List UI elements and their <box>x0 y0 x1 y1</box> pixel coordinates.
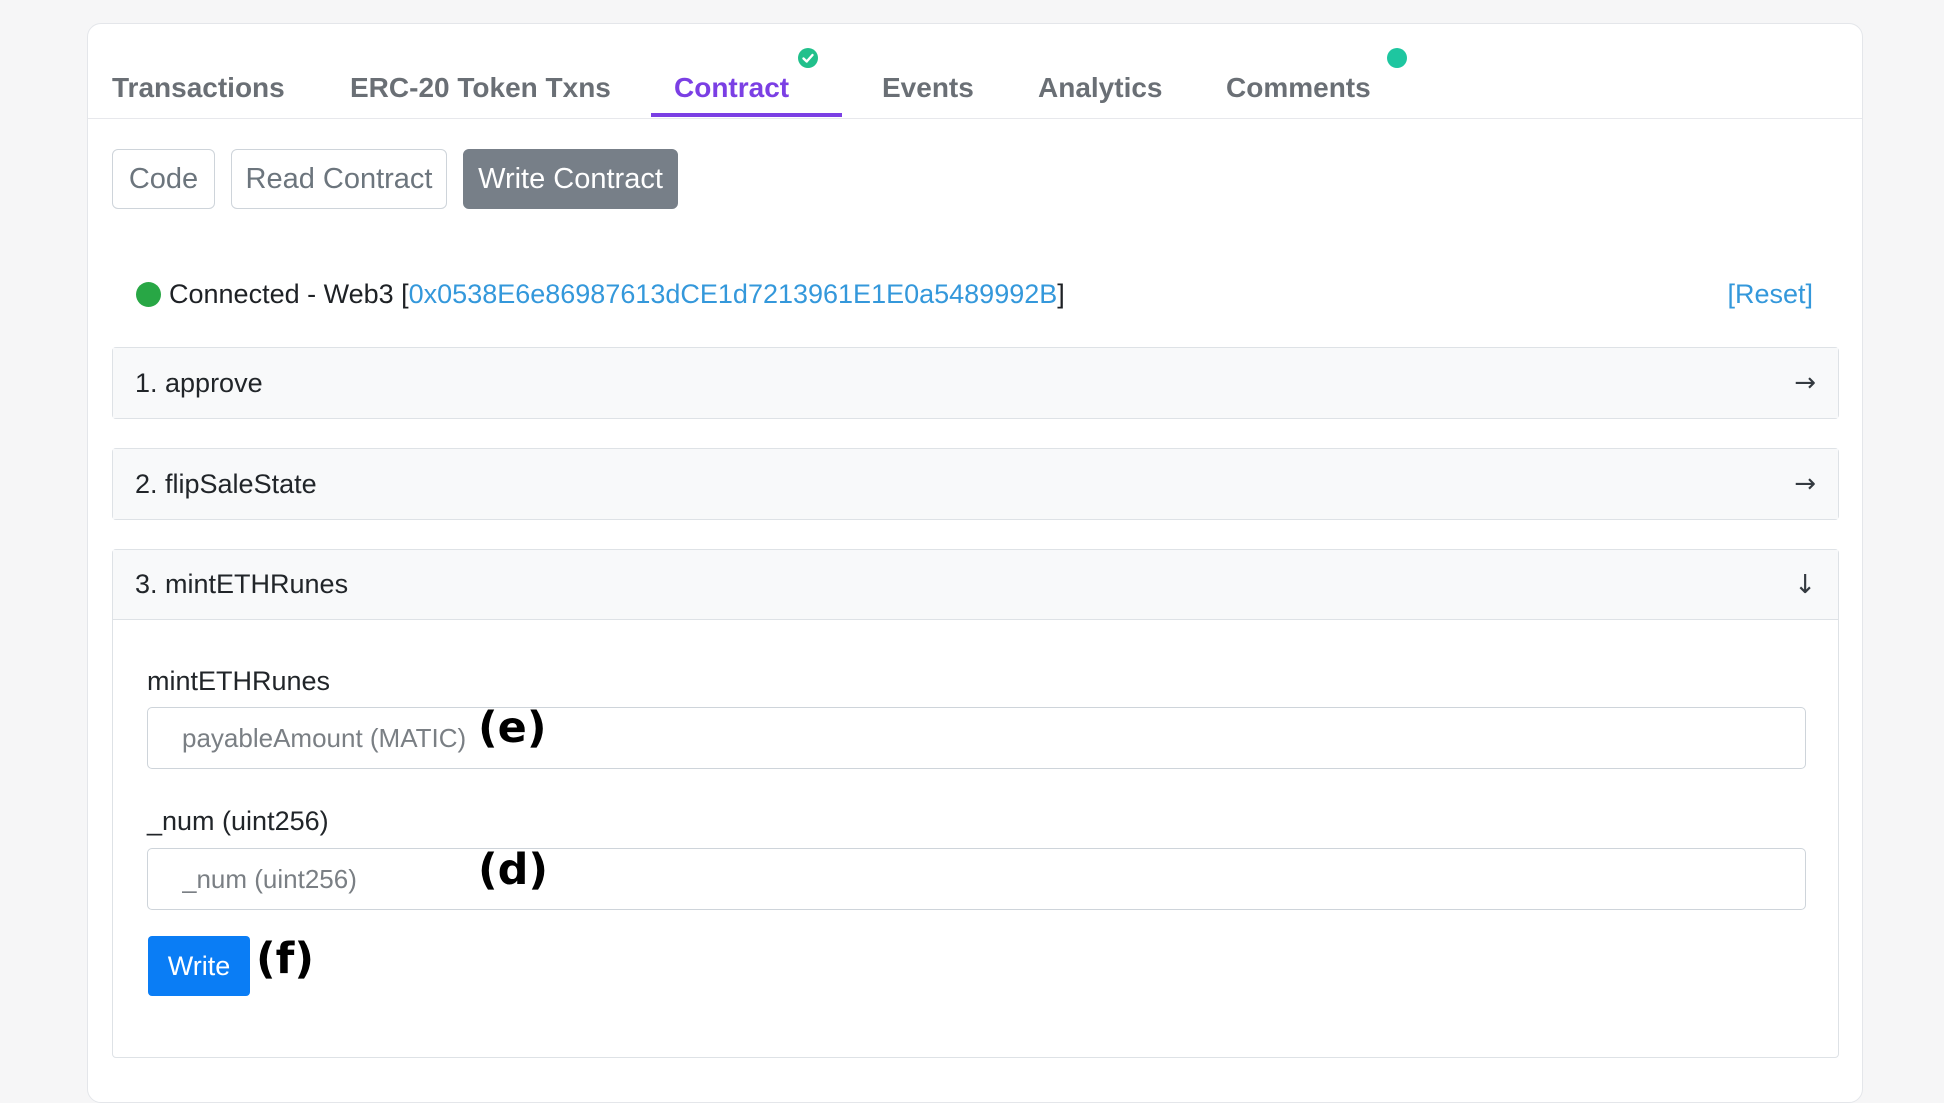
accordion-header-flipsalestate[interactable]: 2. flipSaleState → <box>113 449 1838 519</box>
tab-erc20-token-txns[interactable]: ERC-20 Token Txns <box>350 48 611 118</box>
active-tab-indicator <box>651 113 842 117</box>
annotation-e: (e) <box>478 703 547 753</box>
annotation-d: (d) <box>478 845 549 895</box>
tab-label: ERC-20 Token Txns <box>350 72 611 103</box>
function-flipsalestate: 2. flipSaleState → <box>112 448 1839 520</box>
num-input[interactable] <box>147 848 1806 910</box>
tab-bar: Transactions ERC-20 Token Txns Contract … <box>88 24 1862 119</box>
connected-status-icon <box>136 281 161 307</box>
annotation-f: (f) <box>256 934 315 984</box>
function-label: 2. flipSaleState <box>135 468 317 499</box>
read-contract-button[interactable]: Read Contract <box>231 149 447 209</box>
write-contract-button[interactable]: Write Contract <box>463 149 678 209</box>
tab-label: Contract <box>674 72 790 103</box>
arrow-right-icon: → <box>1794 368 1816 398</box>
check-icon <box>798 48 818 68</box>
button-label: Code <box>128 162 199 195</box>
status-bracket: ] <box>1057 278 1065 309</box>
connection-status: Connected - Web3 [0x0538E6e86987613dCE1d… <box>136 276 1065 312</box>
button-label: Read Contract <box>245 162 433 195</box>
arrow-down-icon: ↓ <box>1794 569 1816 600</box>
num-field-label: _num (uint256) <box>147 806 329 836</box>
notification-dot-icon <box>1387 48 1407 68</box>
payable-amount-input[interactable] <box>147 707 1806 769</box>
tab-transactions[interactable]: Transactions <box>112 48 285 118</box>
tab-label: Events <box>882 72 974 103</box>
tab-contract[interactable]: Contract <box>674 48 789 118</box>
function-label: 3. mintETHRunes <box>135 569 349 599</box>
tab-label: Analytics <box>1038 72 1163 103</box>
function-approve: 1. approve → <box>112 347 1839 419</box>
tab-analytics[interactable]: Analytics <box>1038 48 1163 118</box>
arrow-right-icon: → <box>1794 469 1816 499</box>
mint-form-title: mintETHRunes <box>147 666 331 696</box>
mint-form: mintETHRunes (e) _num (uint256) (d) Writ… <box>113 620 1838 1057</box>
write-button[interactable]: Write <box>148 936 250 996</box>
tab-label: Transactions <box>112 72 285 103</box>
function-label: 1. approve <box>135 367 263 398</box>
code-button[interactable]: Code <box>112 149 215 209</box>
wallet-address-link[interactable]: 0x0538E6e86987613dCE1d7213961E1E0a548999… <box>409 279 1058 310</box>
tab-events[interactable]: Events <box>882 48 974 118</box>
reset-link[interactable]: [Reset] <box>1727 276 1813 312</box>
tab-comments[interactable]: Comments <box>1226 48 1371 118</box>
tab-label: Comments <box>1226 72 1371 103</box>
button-label: Write Contract <box>478 162 663 195</box>
accordion-header-approve[interactable]: 1. approve → <box>113 348 1838 418</box>
function-mintethrunes: 3. mintETHRunes ↓ mintETHRunes (e) _num … <box>112 549 1839 1058</box>
status-text: Connected - Web3 [ <box>169 278 409 309</box>
accordion-header-mintethrunes[interactable]: 3. mintETHRunes ↓ <box>113 550 1838 620</box>
